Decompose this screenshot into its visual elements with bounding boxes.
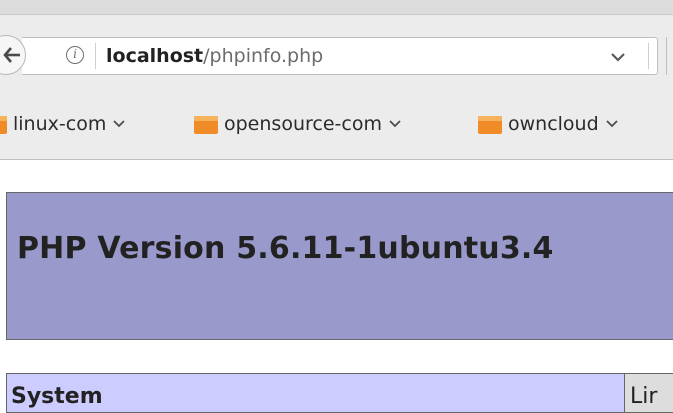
bookmark-label: owncloud	[508, 113, 599, 135]
folder-icon	[194, 116, 218, 134]
bookmark-folder-opensource-com[interactable]: opensource-com	[193, 111, 402, 137]
url-text[interactable]: localhost/phpinfo.php	[106, 45, 323, 67]
php-version-header: PHP Version 5.6.11-1ubuntu3.4	[6, 192, 673, 340]
table-value-cell: Lir	[625, 374, 673, 412]
folder-icon	[478, 116, 502, 134]
site-info-icon[interactable]: i	[66, 46, 84, 64]
chevron-down-icon	[113, 120, 125, 128]
url-history-dropdown-icon[interactable]	[608, 47, 628, 67]
folder-icon	[0, 116, 7, 134]
url-host: localhost	[106, 45, 204, 67]
page-title: PHP Version 5.6.11-1ubuntu3.4	[17, 231, 554, 266]
page-content: PHP Version 5.6.11-1ubuntu3.4 System Lir	[0, 160, 673, 413]
table-label-cell: System	[7, 374, 625, 412]
toolbar-separator	[666, 37, 667, 75]
table-row-label: System	[11, 384, 103, 409]
navigation-toolbar: i localhost/phpinfo.php	[0, 15, 673, 91]
bookmark-label: opensource-com	[224, 113, 382, 135]
system-info-table: System Lir	[6, 373, 673, 413]
back-arrow-icon	[3, 47, 20, 63]
chevron-down-icon	[606, 120, 618, 128]
url-end-divider	[648, 43, 649, 69]
table-row-value: Lir	[630, 384, 658, 409]
chevron-down-icon	[389, 120, 401, 128]
url-path: /phpinfo.php	[203, 45, 324, 67]
window-top-strip	[0, 0, 673, 15]
url-bar[interactable]: i localhost/phpinfo.php	[22, 37, 658, 75]
bookmarks-toolbar: linux-com opensource-com owncloud	[0, 91, 673, 160]
bookmark-folder-owncloud[interactable]: owncloud	[477, 111, 619, 137]
bookmark-folder-linux-com[interactable]: linux-com	[0, 111, 126, 137]
url-divider	[95, 43, 96, 69]
bookmark-label: linux-com	[13, 113, 107, 135]
